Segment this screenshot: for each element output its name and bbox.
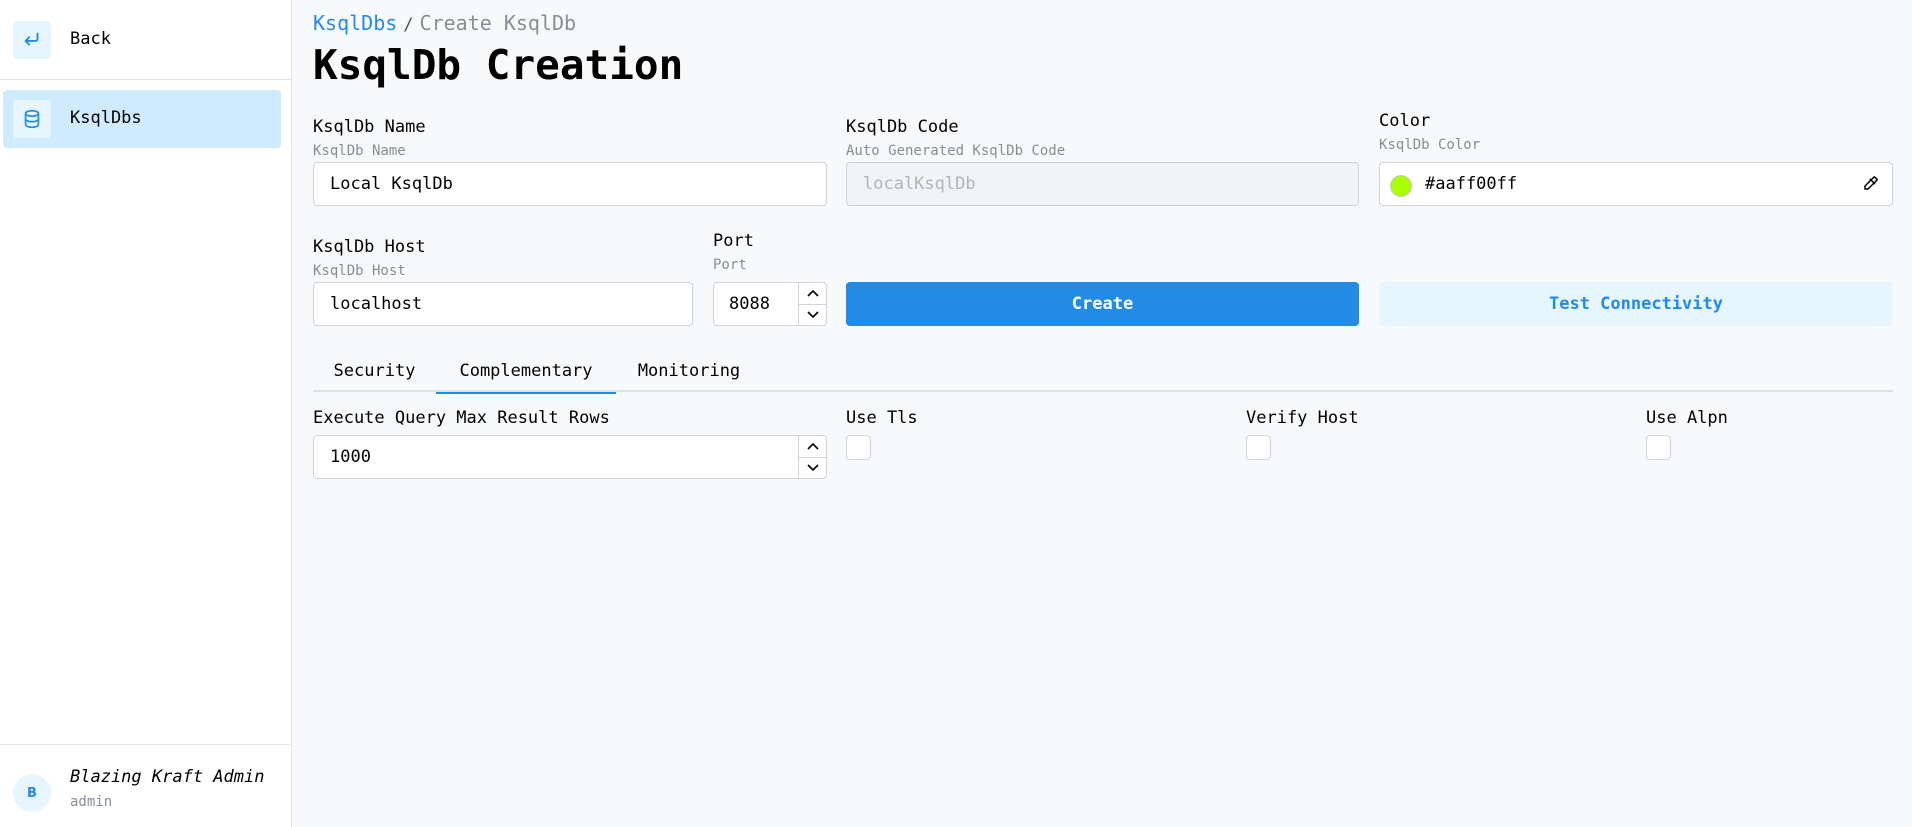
chevron-down-icon[interactable]: [799, 458, 826, 479]
database-icon: [13, 100, 51, 138]
chevron-down-icon[interactable]: [799, 305, 826, 326]
host-label: KsqlDb Host: [313, 237, 426, 257]
chevron-up-icon[interactable]: [799, 436, 826, 458]
use-tls-checkbox[interactable]: [846, 435, 871, 460]
color-swatch: [1390, 175, 1412, 197]
color-label: Color: [1379, 111, 1431, 131]
user-block[interactable]: B Blazing Kraft Admin admin: [0, 744, 292, 827]
back-button[interactable]: Back: [0, 0, 292, 80]
port-stepper: [798, 283, 826, 325]
create-button[interactable]: Create: [846, 282, 1359, 326]
sidebar-item-label: KsqlDbs: [70, 108, 142, 128]
code-input: localKsqlDb: [846, 162, 1359, 206]
page-title: KsqlDb Creation: [313, 41, 684, 89]
use-alpn-label: Use Alpn: [1646, 408, 1728, 428]
back-label: Back: [70, 29, 111, 49]
max-rows-value: 1000: [330, 447, 371, 467]
avatar: B: [13, 774, 51, 812]
breadcrumb-separator: /: [403, 15, 414, 35]
host-input[interactable]: localhost: [313, 282, 693, 326]
port-label: Port: [713, 231, 754, 251]
max-rows-label: Execute Query Max Result Rows: [313, 408, 610, 428]
tab-monitoring[interactable]: Monitoring: [616, 350, 762, 392]
code-label: KsqlDb Code: [846, 117, 959, 137]
verify-host-checkbox[interactable]: [1246, 435, 1271, 460]
arrow-back-icon: [13, 21, 51, 59]
breadcrumb: KsqlDbs / Create KsqlDb: [313, 11, 576, 35]
host-description: KsqlDb Host: [313, 263, 406, 279]
color-input[interactable]: #aaff00ff: [1379, 162, 1893, 206]
color-description: KsqlDb Color: [1379, 137, 1481, 153]
sidebar: Back KsqlDbs B Blazing Kraft Admin admin: [0, 0, 292, 827]
tab-bar: Security Complementary Monitoring: [313, 350, 1893, 394]
color-value: #aaff00ff: [1425, 174, 1518, 194]
code-description: Auto Generated KsqlDb Code: [846, 143, 1066, 159]
max-rows-stepper: [798, 436, 826, 478]
tab-security[interactable]: Security: [313, 350, 436, 392]
sidebar-item-ksqldbs[interactable]: KsqlDbs: [3, 90, 281, 148]
max-rows-input[interactable]: 1000: [313, 435, 827, 479]
name-description: KsqlDb Name: [313, 143, 406, 159]
use-alpn-checkbox[interactable]: [1646, 435, 1671, 460]
name-label: KsqlDb Name: [313, 117, 426, 137]
port-value: 8088: [729, 294, 770, 314]
user-role: admin: [70, 794, 113, 810]
eyedropper-icon[interactable]: [1862, 174, 1880, 197]
test-connectivity-button[interactable]: Test Connectivity: [1379, 282, 1893, 326]
tab-complementary[interactable]: Complementary: [436, 350, 616, 394]
chevron-up-icon[interactable]: [799, 283, 826, 305]
port-input[interactable]: 8088: [713, 282, 827, 326]
breadcrumb-link-ksqldbs[interactable]: KsqlDbs: [313, 11, 397, 35]
name-input[interactable]: Local KsqlDb: [313, 162, 827, 206]
breadcrumb-current: Create KsqlDb: [419, 11, 577, 35]
use-tls-label: Use Tls: [846, 408, 918, 428]
port-description: Port: [713, 257, 747, 273]
user-name: Blazing Kraft Admin: [70, 767, 265, 787]
verify-host-label: Verify Host: [1246, 408, 1359, 428]
